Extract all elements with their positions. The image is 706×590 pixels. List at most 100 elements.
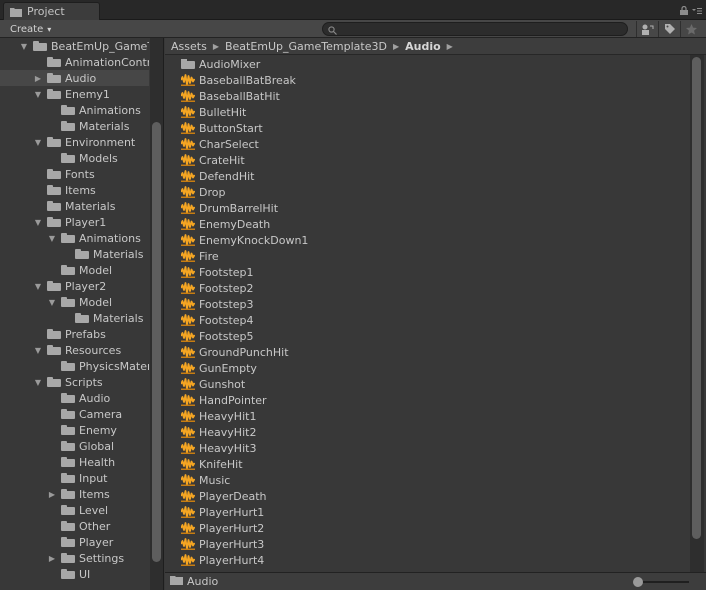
asset-item[interactable]: EnemyKnockDown1 — [180, 232, 308, 248]
asset-item[interactable]: Footstep4 — [180, 312, 254, 328]
lock-icon[interactable] — [680, 5, 688, 18]
tree-item[interactable]: ▼ BeatEmUp_GameTemplate3D — [0, 38, 149, 54]
asset-item[interactable]: PlayerHurt1 — [180, 504, 264, 520]
asset-item[interactable]: Gunshot — [180, 376, 245, 392]
expand-arrow-right-icon[interactable]: ▶ — [47, 489, 57, 499]
search-by-type-icon[interactable] — [636, 21, 658, 37]
breadcrumb-item[interactable]: BeatEmUp_GameTemplate3D — [225, 40, 387, 53]
breadcrumb-item[interactable]: Audio — [405, 40, 441, 53]
tree-scrollbar[interactable] — [150, 38, 163, 590]
tree-item[interactable]: Models — [0, 150, 149, 166]
expand-arrow-down-icon[interactable]: ▼ — [33, 217, 43, 227]
asset-item[interactable]: Footstep3 — [180, 296, 254, 312]
expand-arrow-right-icon[interactable]: ▶ — [33, 73, 43, 83]
tree-item[interactable]: Enemy — [0, 422, 149, 438]
asset-label: PlayerHurt2 — [199, 521, 265, 535]
asset-item[interactable]: GunEmpty — [180, 360, 257, 376]
tree-item[interactable]: Prefabs — [0, 326, 149, 342]
tree-scrollbar-thumb[interactable] — [152, 122, 161, 562]
breadcrumb-item[interactable]: Assets — [171, 40, 207, 53]
expand-arrow-down-icon[interactable]: ▼ — [47, 233, 57, 243]
asset-item[interactable]: BaseballBatHit — [180, 88, 280, 104]
asset-item[interactable]: HeavyHit3 — [180, 440, 256, 456]
expand-arrow-down-icon[interactable]: ▼ — [33, 281, 43, 291]
tree-item[interactable]: PhysicsMaterials — [0, 358, 149, 374]
asset-item[interactable]: CrateHit — [180, 152, 245, 168]
expand-arrow-down-icon[interactable]: ▼ — [19, 41, 29, 51]
create-button[interactable]: Create ▾ — [4, 22, 57, 36]
expand-arrow-down-icon[interactable]: ▼ — [33, 377, 43, 387]
tree-item[interactable]: Player — [0, 534, 149, 550]
asset-item[interactable]: BaseballBatBreak — [180, 72, 296, 88]
tree-item[interactable]: Fonts — [0, 166, 149, 182]
tree-item[interactable]: AnimationControllers — [0, 54, 149, 70]
tree-item[interactable]: ▼ Scripts — [0, 374, 149, 390]
search-input[interactable] — [322, 22, 628, 36]
asset-label: PlayerHurt3 — [199, 537, 265, 551]
asset-item[interactable]: EnemyDeath — [180, 216, 270, 232]
tree-item[interactable]: Global — [0, 438, 149, 454]
tree-item[interactable]: Input — [0, 470, 149, 486]
asset-item[interactable]: Footstep2 — [180, 280, 254, 296]
folder-icon — [61, 521, 75, 531]
expand-arrow-right-icon[interactable]: ▶ — [47, 553, 57, 563]
tree-item[interactable]: ▼ Enemy1 — [0, 86, 149, 102]
tab-project[interactable]: Project — [3, 2, 100, 20]
asset-scrollbar-thumb[interactable] — [692, 57, 701, 539]
asset-item[interactable]: PlayerHurt3 — [180, 536, 265, 552]
asset-item[interactable]: ButtonStart — [180, 120, 263, 136]
tree-item[interactable]: Materials — [0, 198, 149, 214]
expand-arrow-down-icon[interactable]: ▼ — [33, 137, 43, 147]
asset-item[interactable]: DefendHit — [180, 168, 254, 184]
tree-item[interactable]: UI — [0, 566, 149, 582]
asset-item[interactable]: Music — [180, 472, 230, 488]
tree-item[interactable]: Health — [0, 454, 149, 470]
asset-item[interactable]: Fire — [180, 248, 219, 264]
tree-item[interactable]: Level — [0, 502, 149, 518]
asset-item[interactable]: Footstep1 — [180, 264, 254, 280]
expand-arrow-down-icon[interactable]: ▼ — [47, 297, 57, 307]
tree-item[interactable]: Model — [0, 262, 149, 278]
asset-item[interactable]: PlayerHurt4 — [180, 552, 264, 568]
tree-item[interactable]: Other — [0, 518, 149, 534]
tree-item[interactable]: ▼ Animations — [0, 230, 149, 246]
expand-arrow-down-icon[interactable]: ▼ — [33, 345, 43, 355]
star-icon[interactable] — [680, 21, 702, 37]
tree-item[interactable]: ▼ Model — [0, 294, 149, 310]
asset-item[interactable]: KnifeHit — [180, 456, 243, 472]
asset-item[interactable]: Drop — [180, 184, 225, 200]
asset-item[interactable]: DrumBarrelHit — [180, 200, 278, 216]
tree-item-label: Materials — [93, 311, 144, 325]
tree-item[interactable]: Materials — [0, 246, 149, 262]
asset-item[interactable]: GroundPunchHit — [180, 344, 289, 360]
tree-item[interactable]: ▼ Player1 — [0, 214, 149, 230]
menu-icon[interactable] — [692, 5, 702, 18]
expand-arrow-down-icon[interactable]: ▼ — [33, 89, 43, 99]
slider-knob[interactable] — [633, 577, 643, 587]
tree-item[interactable]: Items — [0, 182, 149, 198]
tree-item[interactable]: Materials — [0, 310, 149, 326]
label-tag-icon[interactable] — [658, 21, 680, 37]
asset-item[interactable]: HeavyHit1 — [180, 408, 256, 424]
tree-item[interactable]: Animations — [0, 102, 149, 118]
audio-clip-icon — [180, 330, 196, 342]
tree-item[interactable]: ▶ Items — [0, 486, 149, 502]
tree-item[interactable]: Audio — [0, 390, 149, 406]
tree-item[interactable]: ▼ Player2 — [0, 278, 149, 294]
asset-item[interactable]: HandPointer — [180, 392, 267, 408]
asset-item[interactable]: PlayerHurt2 — [180, 520, 265, 536]
asset-item[interactable]: Footstep5 — [180, 328, 254, 344]
tree-item[interactable]: Materials — [0, 118, 149, 134]
tree-item[interactable]: ▼ Environment — [0, 134, 149, 150]
asset-scrollbar[interactable] — [690, 55, 704, 572]
tree-item[interactable]: ▼ Resources — [0, 342, 149, 358]
tree-item[interactable]: ▶ Settings — [0, 550, 149, 566]
asset-item[interactable]: CharSelect — [180, 136, 259, 152]
asset-item[interactable]: HeavyHit2 — [180, 424, 256, 440]
icon-size-slider[interactable] — [633, 577, 689, 587]
tree-item[interactable]: Camera — [0, 406, 149, 422]
tree-item[interactable]: ▶ Audio — [0, 70, 149, 86]
asset-item[interactable]: AudioMixer — [181, 56, 260, 72]
asset-item[interactable]: BulletHit — [180, 104, 246, 120]
asset-item[interactable]: PlayerDeath — [180, 488, 267, 504]
